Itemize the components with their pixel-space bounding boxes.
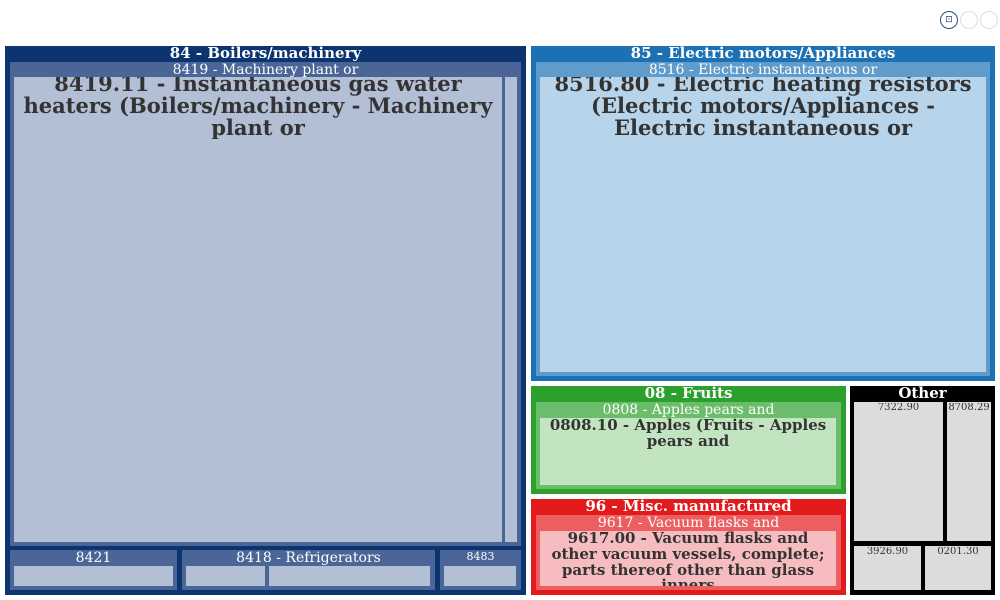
treemap-leaf[interactable]	[444, 566, 516, 586]
treemap-leaf[interactable]: 0808.10 - Apples (Fruits - Apples pears …	[540, 418, 836, 485]
leaf-label: 0201.30	[937, 547, 979, 557]
treemap-leaf[interactable]: 8516.80 - Electric heating resistors (El…	[540, 77, 986, 372]
leaf-label: 0808.10 - Apples (Fruits - Apples pears …	[549, 418, 827, 450]
group-label: 85 - Electric motors/Appliances	[630, 46, 896, 61]
treemap-leaf[interactable]	[14, 566, 173, 586]
subgroup-label: 8516 - Electric instantaneous or	[648, 63, 878, 77]
treemap-leaf[interactable]: 3926.90	[854, 546, 921, 590]
leaf-label: 3926.90	[866, 547, 909, 557]
subgroup-label: 9617 - Vacuum flasks and	[597, 516, 780, 530]
treemap-leaf[interactable]: 0201.30	[925, 546, 991, 590]
treemap-chart: 84 - Boilers/machinery 8419 - Machinery p…	[0, 0, 1000, 600]
group-label: 84 - Boilers/machinery	[169, 46, 362, 61]
group-label: 96 - Misc. manufactured	[585, 499, 792, 514]
leaf-label: 7322.90	[877, 403, 920, 413]
treemap-leaf[interactable]: 8708.29	[947, 402, 991, 541]
subgroup-label: 8418 - Refrigerators	[236, 551, 381, 565]
leaf-label: 9617.00 - Vacuum flasks and other vacuum…	[551, 531, 825, 586]
group-label: 08 - Fruits	[644, 386, 733, 401]
leaf-label: 8419.11 - Instantaneous gas water heater…	[23, 77, 493, 140]
leaf-label: 8708.29	[948, 403, 990, 413]
leaf-label: 8516.80 - Electric heating resistors (El…	[554, 77, 972, 140]
treemap-leaf[interactable]: 9617.00 - Vacuum flasks and other vacuum…	[540, 531, 836, 586]
treemap-leaf[interactable]	[505, 77, 517, 542]
treemap-leaf[interactable]	[269, 566, 430, 586]
subgroup-label: 8419 - Machinery plant or	[172, 63, 359, 77]
subgroup-label: 8483	[466, 551, 495, 562]
subgroup-label: 8421	[75, 551, 112, 565]
treemap-leaf[interactable]	[186, 566, 265, 586]
group-label: Other	[898, 386, 947, 401]
treemap-leaf[interactable]: 7322.90	[854, 402, 943, 541]
subgroup-label: 0808 - Apples pears and	[602, 403, 775, 417]
treemap-leaf[interactable]: 8419.11 - Instantaneous gas water heater…	[14, 77, 502, 542]
